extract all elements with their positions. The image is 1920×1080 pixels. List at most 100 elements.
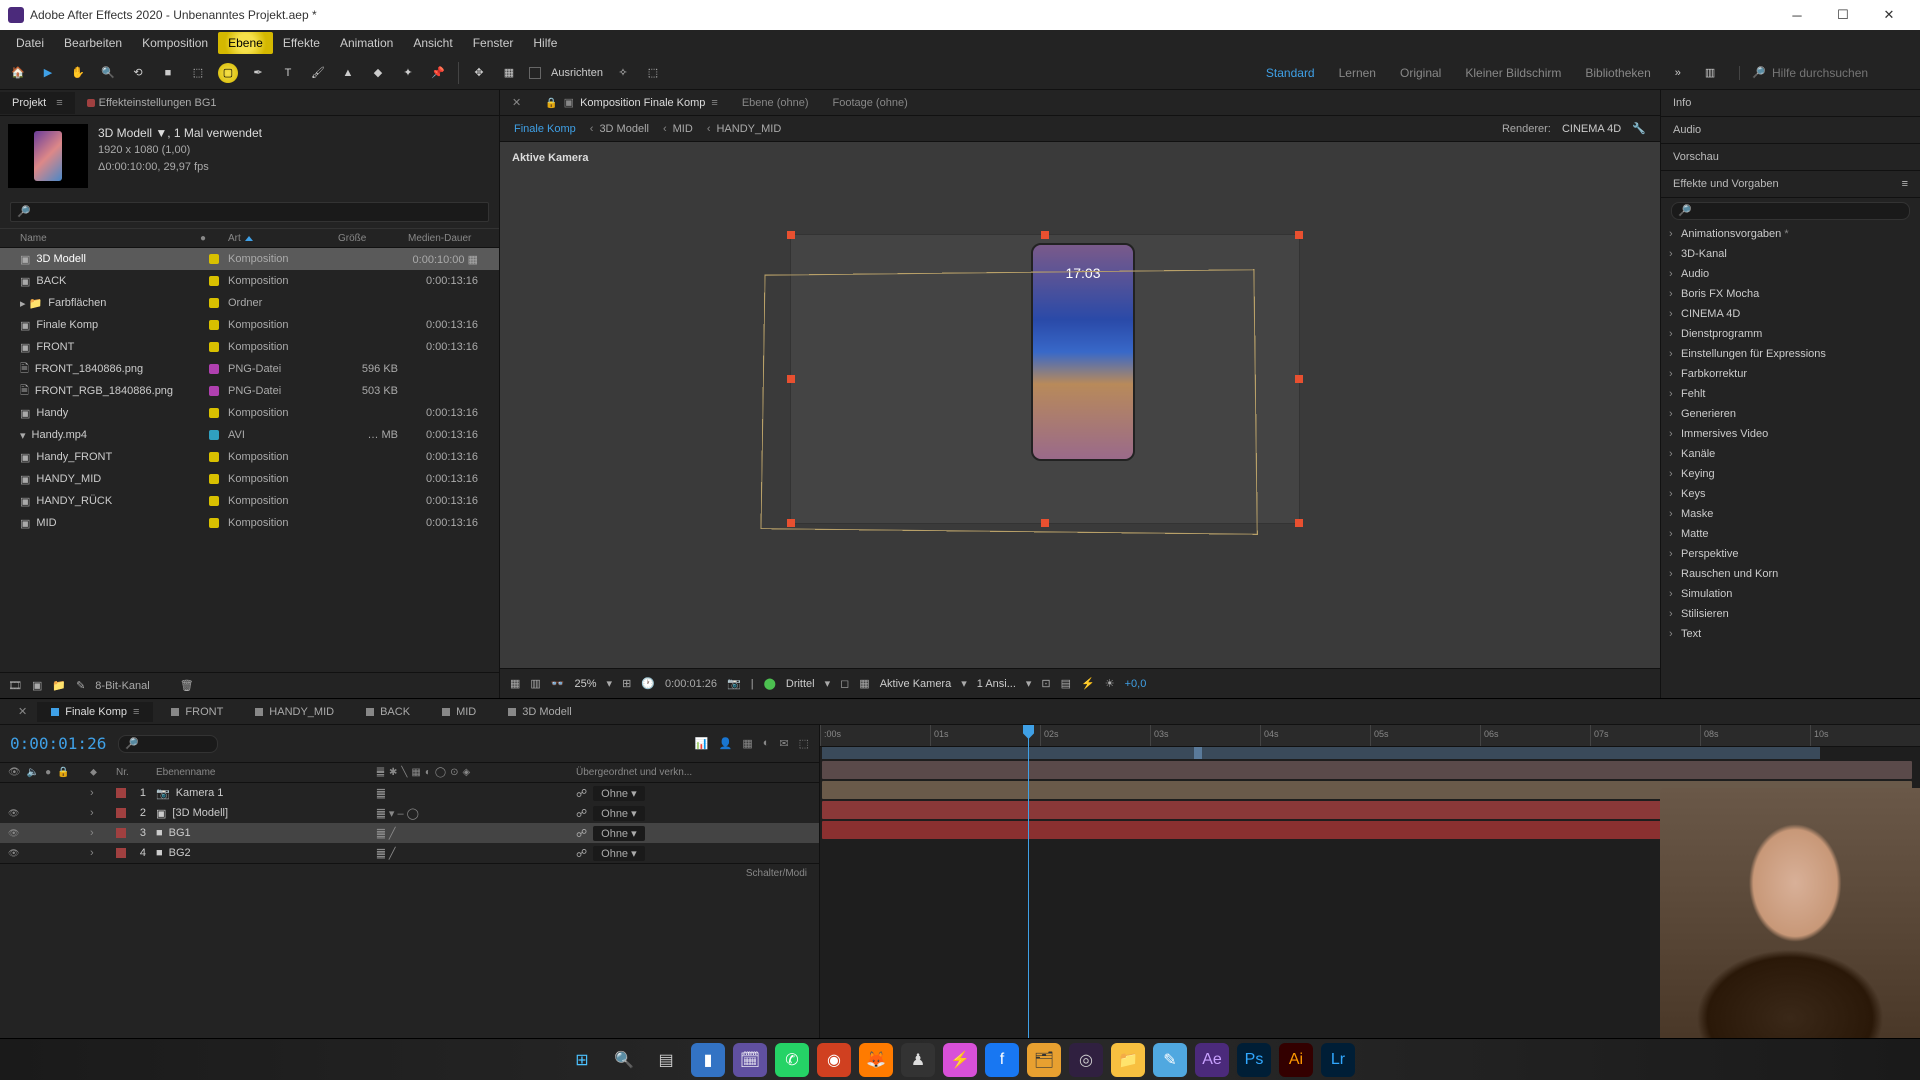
menu-datei[interactable]: Datei: [6, 32, 54, 54]
taskbar-item[interactable]: 🔍: [607, 1043, 641, 1077]
exp-icon[interactable]: ☀: [1105, 677, 1115, 690]
project-item[interactable]: ▣FRONT Komposition0:00:13:16: [0, 336, 499, 358]
taskbar-item[interactable]: ▤: [649, 1043, 683, 1077]
taskbar-item[interactable]: ◉: [817, 1043, 851, 1077]
shape-tool-icon[interactable]: ▢: [218, 63, 238, 83]
composition-viewer[interactable]: Aktive Kamera 17:03: [500, 142, 1660, 668]
camera-tool-icon[interactable]: ■: [158, 63, 178, 83]
taskbar-item[interactable]: 🗂: [1027, 1043, 1061, 1077]
tab-project[interactable]: Projekt≡: [0, 92, 75, 114]
workspace-original[interactable]: Original: [1400, 66, 1441, 80]
adjust-icon[interactable]: ✎: [76, 679, 85, 692]
roto-tool-icon[interactable]: ✦: [398, 63, 418, 83]
project-item[interactable]: ▣BACK Komposition0:00:13:16: [0, 270, 499, 292]
workspace-overflow-icon[interactable]: »: [1675, 67, 1681, 79]
alpha-icon[interactable]: ▦: [510, 677, 520, 690]
project-item[interactable]: ▣HANDY_MID Komposition0:00:13:16: [0, 468, 499, 490]
orbit-tool-icon[interactable]: ⟲: [128, 63, 148, 83]
taskbar-item[interactable]: ⚡: [943, 1043, 977, 1077]
pan-behind-tool-icon[interactable]: ⬚: [188, 63, 208, 83]
zoom-select[interactable]: 25%: [575, 678, 597, 690]
menu-effekte[interactable]: Effekte: [273, 32, 330, 54]
taskbar-item[interactable]: Ps: [1237, 1043, 1271, 1077]
transparent-icon[interactable]: ▦: [859, 677, 869, 690]
timeline-tab[interactable]: BACK: [352, 702, 424, 722]
effect-category[interactable]: 3D-Kanal: [1661, 244, 1920, 264]
effect-category[interactable]: Farbkorrektur: [1661, 364, 1920, 384]
anchor-icon[interactable]: ✥: [469, 63, 489, 83]
tab-effect-controls[interactable]: Effekteinstellungen BG1: [75, 92, 229, 114]
maximize-button[interactable]: ☐: [1820, 0, 1866, 30]
menu-ebene[interactable]: Ebene: [218, 32, 273, 54]
timeline-tab[interactable]: 3D Modell: [494, 702, 586, 722]
workspace-bibliotheken[interactable]: Bibliotheken: [1585, 66, 1650, 80]
taskbar-item[interactable]: 📁: [1111, 1043, 1145, 1077]
timeline-tab[interactable]: FRONT: [157, 702, 237, 722]
effect-category[interactable]: Keying: [1661, 464, 1920, 484]
graph-icon[interactable]: 📊: [695, 737, 709, 750]
cam-select[interactable]: Aktive Kamera: [880, 678, 952, 690]
timeline-layer[interactable]: › 1 📷Kamera 1 ䷀ ☍Ohne ▾: [0, 783, 819, 803]
project-item[interactable]: ▾Handy.mp4 AVI… MB0:00:13:16: [0, 424, 499, 446]
render-icon[interactable]: ⬚: [799, 737, 809, 750]
menu-ansicht[interactable]: Ansicht: [403, 32, 462, 54]
trash-icon[interactable]: 🗑: [180, 679, 194, 692]
new-comp-icon[interactable]: ▣: [32, 679, 42, 692]
timeline-tab[interactable]: HANDY_MID: [241, 702, 348, 722]
taskbar-item[interactable]: Lr: [1321, 1043, 1355, 1077]
zoom-tool-icon[interactable]: 🔍: [98, 63, 118, 83]
sel-comp-name[interactable]: 3D Modell ▼: [98, 126, 167, 140]
effects-search-input[interactable]: [1671, 202, 1910, 220]
taskbar-item[interactable]: 🗓: [733, 1043, 767, 1077]
mask-icon[interactable]: 👓: [551, 677, 565, 690]
timeline-tab[interactable]: MID: [428, 702, 490, 722]
effect-category[interactable]: Text: [1661, 624, 1920, 644]
workspace-lernen[interactable]: Lernen: [1339, 66, 1376, 80]
effect-category[interactable]: Keys: [1661, 484, 1920, 504]
close-button[interactable]: ✕: [1866, 0, 1912, 30]
effect-category[interactable]: Generieren: [1661, 404, 1920, 424]
align-checkbox[interactable]: [529, 67, 541, 79]
project-item[interactable]: ▣Handy Komposition0:00:13:16: [0, 402, 499, 424]
effect-category[interactable]: Immersives Video: [1661, 424, 1920, 444]
effect-category[interactable]: Kanäle: [1661, 444, 1920, 464]
effect-category[interactable]: Dienstprogramm: [1661, 324, 1920, 344]
comp-tab-active[interactable]: ▣ Komposition Finale Komp ≡: [533, 91, 730, 114]
grid-icon[interactable]: ▥: [530, 677, 540, 690]
project-item[interactable]: 🗎FRONT_RGB_1840886.png PNG-Datei503 KB: [0, 380, 499, 402]
current-timecode[interactable]: 0:00:01:26: [10, 734, 106, 753]
timeline-layer[interactable]: › 4 ■BG2 ䷀ ╱ ☍Ohne ▾: [0, 843, 819, 863]
new-folder-icon[interactable]: 📁: [52, 679, 66, 692]
effect-category[interactable]: Stilisieren: [1661, 604, 1920, 624]
audio-panel-header[interactable]: Audio: [1661, 117, 1920, 144]
taskbar-item[interactable]: f: [985, 1043, 1019, 1077]
lock-col-icon[interactable]: 🔒: [57, 767, 69, 778]
project-item[interactable]: ▣MID Komposition0:00:13:16: [0, 512, 499, 534]
effect-category[interactable]: Einstellungen für Expressions: [1661, 344, 1920, 364]
frame-blend-icon[interactable]: ▦: [742, 737, 752, 750]
comp-tab-footage[interactable]: Footage (ohne): [821, 92, 920, 114]
info-panel-header[interactable]: Info: [1661, 90, 1920, 117]
effect-category[interactable]: Maske: [1661, 504, 1920, 524]
project-item[interactable]: ▣HANDY_RÜCK Komposition0:00:13:16: [0, 490, 499, 512]
snap-icon[interactable]: ✧: [613, 63, 633, 83]
project-item[interactable]: ▣3D Modell Komposition0:00:10:00 ▦: [0, 248, 499, 270]
comp-tab-close[interactable]: ✕: [500, 91, 533, 114]
text-tool-icon[interactable]: T: [278, 63, 298, 83]
bpc-label[interactable]: 8-Bit-Kanal: [95, 680, 149, 692]
res-icon[interactable]: ⊞: [622, 677, 631, 690]
hand-tool-icon[interactable]: ✋: [68, 63, 88, 83]
workspace-menu-icon[interactable]: ▥: [1705, 66, 1715, 79]
menu-hilfe[interactable]: Hilfe: [523, 32, 567, 54]
effect-category[interactable]: Matte: [1661, 524, 1920, 544]
roi-icon[interactable]: ◻: [840, 677, 849, 690]
project-item[interactable]: 🗎FRONT_1840886.png PNG-Datei596 KB: [0, 358, 499, 380]
project-search-input[interactable]: [10, 202, 489, 222]
motion-blur-icon[interactable]: ◐: [763, 737, 770, 750]
timeline-layer[interactable]: › 2 ▣[3D Modell] ䷀ ▾ – ◯ ☍Ohne ▾: [0, 803, 819, 823]
preview-panel-header[interactable]: Vorschau: [1661, 144, 1920, 171]
taskbar-item[interactable]: Ae: [1195, 1043, 1229, 1077]
project-item[interactable]: ▸ 📁Farbflächen Ordner: [0, 292, 499, 314]
timecode-icon[interactable]: 🕐: [641, 677, 655, 690]
speaker-col-icon[interactable]: 🔈: [27, 767, 39, 778]
